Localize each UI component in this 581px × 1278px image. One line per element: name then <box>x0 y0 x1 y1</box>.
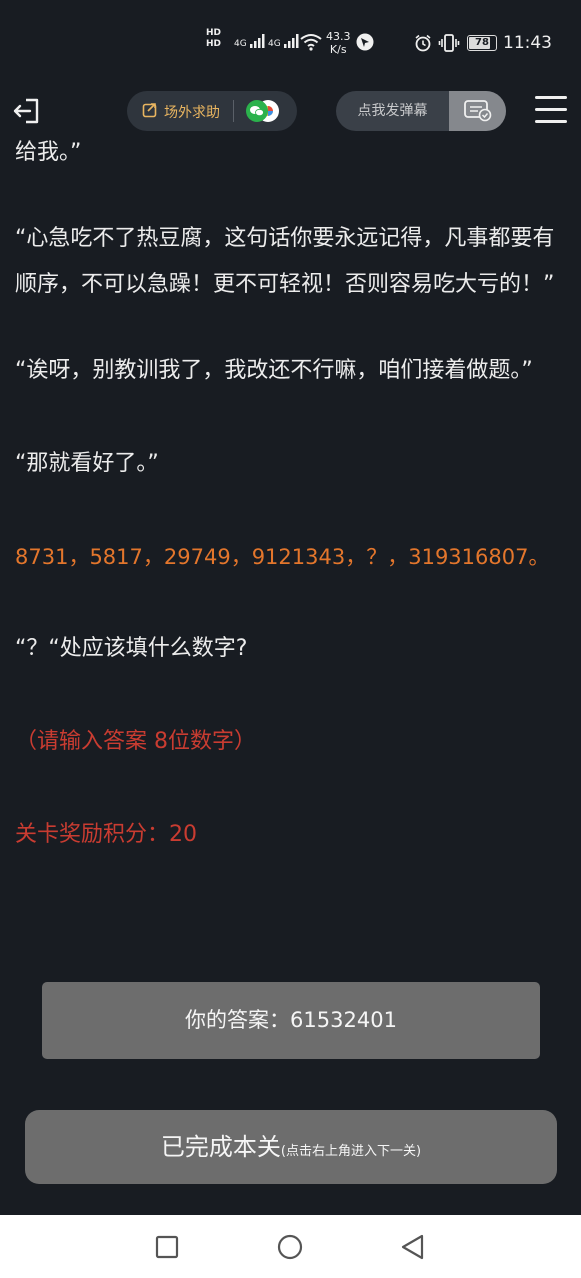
hd-indicator: HD HD <box>206 28 222 49</box>
danmu-bar: 点我发弹幕 <box>336 91 506 131</box>
help-label: 场外求助 <box>164 105 220 121</box>
share-out-icon <box>142 103 157 118</box>
network-speed: 43.3 K/s <box>326 30 351 56</box>
status-bar: HD HD 4G 4G 43.3 K/s 78 11:43 <box>0 0 581 86</box>
answer-hint: （请输入答案 8位数字） <box>15 729 256 754</box>
wifi-icon <box>300 34 322 51</box>
answer-box[interactable]: 你的答案：61532401 <box>42 982 540 1059</box>
story-line: “诶呀，别教训我了，我改还不行嘛，咱们接着做题。” <box>15 358 533 383</box>
clock: 11:43 <box>503 33 552 53</box>
exit-icon[interactable] <box>12 96 42 126</box>
danmu-icon <box>464 100 492 122</box>
story-content: 给我。” “心急吃不了热豆腐，这句话你要永远记得，凡事都要有顺序，不可以急躁！更… <box>15 136 567 858</box>
signal-icon-2: 4G <box>268 34 300 49</box>
navigation-bar <box>0 1215 581 1278</box>
danmu-send-button[interactable] <box>449 91 506 131</box>
battery-icon: 78 <box>467 35 497 51</box>
app-notification-icon <box>356 33 374 51</box>
home-icon[interactable] <box>275 1232 305 1262</box>
level-complete-button[interactable]: 已完成本关(点击右上角进入下一关) <box>25 1110 557 1184</box>
vibrate-icon <box>438 34 460 52</box>
signal-icon: 4G <box>234 34 266 49</box>
top-bar: 场外求助 点我发弹幕 <box>0 86 581 136</box>
offsite-help-button[interactable]: 场外求助 <box>127 91 297 131</box>
wechat-icon[interactable] <box>244 98 288 124</box>
reward-points: 关卡奖励积分：20 <box>15 822 197 847</box>
number-sequence: 8731，5817，29749，9121343，？，319316807。 <box>15 545 550 569</box>
done-sublabel: (点击右上角进入下一关) <box>280 1144 422 1159</box>
story-line: 给我。” <box>15 140 82 165</box>
danmu-input[interactable]: 点我发弹幕 <box>336 91 449 131</box>
recents-icon[interactable] <box>152 1232 182 1262</box>
done-label: 已完成本关 <box>160 1133 281 1161</box>
menu-icon[interactable] <box>535 96 569 126</box>
story-line: “心急吃不了热豆腐，这句话你要永远记得，凡事都要有顺序，不可以急躁！更不可轻视！… <box>15 226 555 297</box>
alarm-icon <box>415 34 431 52</box>
question-text: “？“处应该填什么数字? <box>15 636 248 661</box>
divider <box>233 100 234 122</box>
story-line: “那就看好了。” <box>15 451 159 476</box>
back-icon[interactable] <box>398 1232 428 1262</box>
